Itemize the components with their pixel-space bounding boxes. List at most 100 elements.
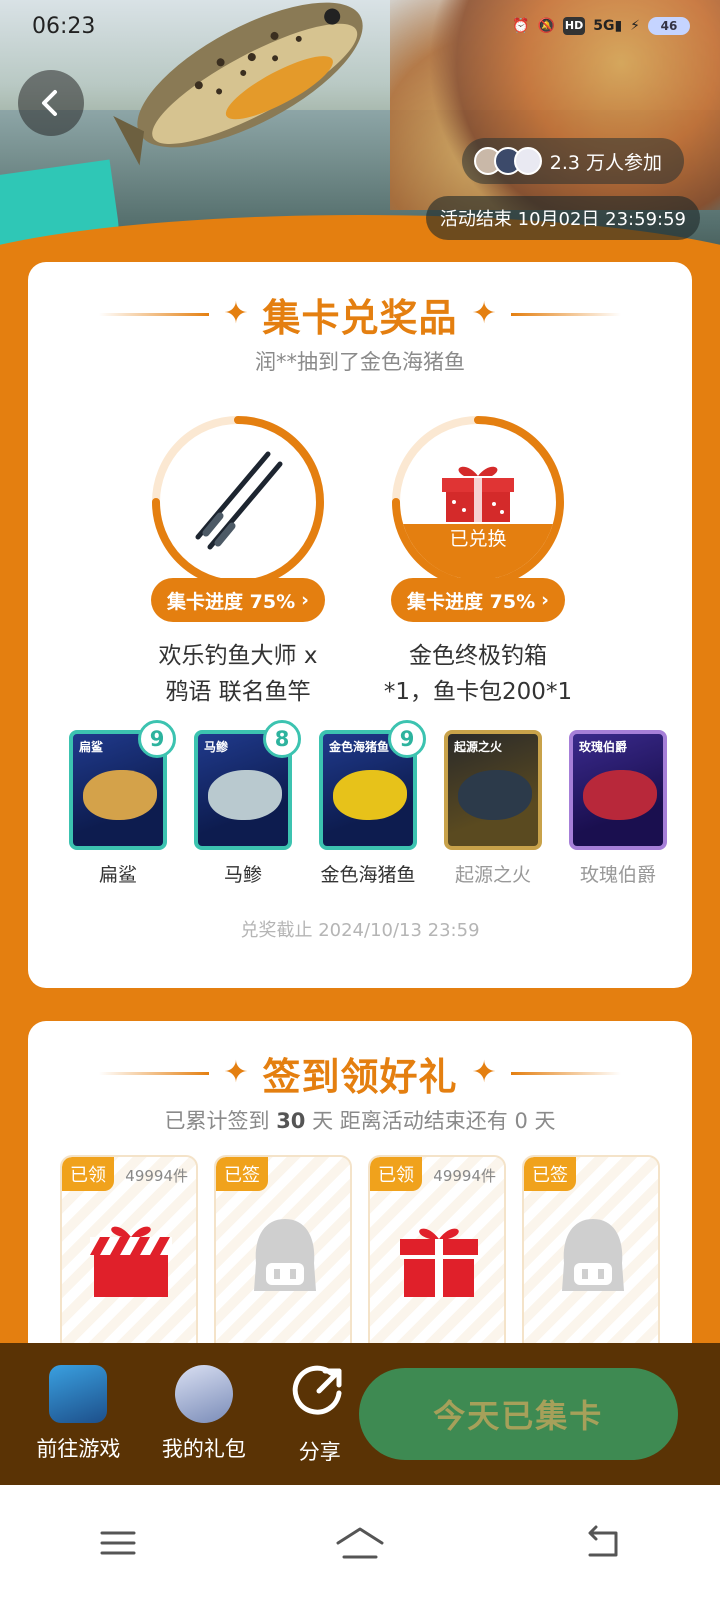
avatar <box>513 147 542 175</box>
section-title-text: 签到领好礼 <box>262 1054 458 1099</box>
fish-icon <box>583 770 657 820</box>
signin-gift-item[interactable]: 已签 <box>214 1155 352 1355</box>
prize-exchange-card: ✦ 集卡兑奖品 ✦ 润**抽到了金色海猪鱼 集卡进度 75% › 欢乐钓鱼大师 … <box>28 262 692 988</box>
sparkle-icon: ✦ <box>471 1055 497 1090</box>
chevron-right-icon: › <box>541 589 549 611</box>
menu-icon[interactable] <box>98 1523 138 1563</box>
fish-card-name: 玫瑰伯爵 <box>579 864 656 886</box>
share-label: 分享 <box>298 1439 341 1464</box>
gift-status-tag: 已签 <box>524 1157 576 1191</box>
mascot-icon <box>254 1219 316 1291</box>
collect-progress-button[interactable]: 集卡进度 75% › <box>151 578 325 622</box>
share-button[interactable]: 分享 <box>281 1363 358 1466</box>
prize-item-tackle-box[interactable]: 已兑换 集卡进度 75% › 金色终极钓箱 *1，鱼卡包200*1 <box>383 412 573 710</box>
redeem-deadline: 兑奖截止 2024/10/13 23:59 <box>240 920 480 941</box>
alarm-icon: ⏰ <box>512 18 530 34</box>
fish-card[interactable]: 起源之火 起源之火 <box>443 730 543 887</box>
fish-card-image: 玫瑰伯爵 <box>569 730 667 850</box>
collect-card-button[interactable]: 今天已集卡 <box>358 1368 678 1460</box>
progress-ring <box>148 412 328 592</box>
card-count-badge: 9 <box>388 720 426 758</box>
card-count-badge: 8 <box>263 720 301 758</box>
participants-count: 2.3 万人参加 <box>549 151 662 174</box>
fish-card-title: 玫瑰伯爵 <box>579 740 628 754</box>
gift-stock-count: 49994件 <box>433 1167 496 1185</box>
fish-card-name: 起源之火 <box>454 864 531 886</box>
prize-name-line: 鸦语 联名鱼竿 <box>165 679 311 705</box>
gift-box-icon <box>400 1228 478 1297</box>
signin-summary: 已累计签到 30 天 距离活动结束还有 0 天 <box>28 1105 692 1135</box>
signal-5g-icon: 5G▮ <box>593 18 623 34</box>
hd-icon: HD <box>562 17 586 35</box>
sparkle-icon: ✦ <box>471 296 497 331</box>
status-time: 06:23 <box>32 13 96 39</box>
fish-icon <box>83 770 157 820</box>
collect-progress-button[interactable]: 集卡进度 75% › <box>391 578 565 622</box>
game-app-icon <box>49 1365 108 1423</box>
activity-end-time: 活动结束 10月02日 23:59:59 <box>425 196 700 240</box>
summary-suffix: 天 距离活动结束还有 0 天 <box>312 1109 556 1133</box>
fish-card-title: 马鲹 <box>204 740 229 754</box>
status-bar: 06:23 ⏰ 🔕 HD 5G▮ ⚡ 46 <box>0 0 720 52</box>
prize-name-line: 欢乐钓鱼大师 x <box>158 643 318 669</box>
fish-card-list: 扁鲨 9 扁鲨 马鲹 8 马鲹 金色海猪鱼 9 金色海猪鱼 起源之火 起源之火 … <box>68 720 668 887</box>
prize-item-rod[interactable]: 集卡进度 75% › 欢乐钓鱼大师 x 鸦语 联名鱼竿 <box>143 412 333 710</box>
sparkle-icon: ✦ <box>223 296 249 331</box>
prize-section-title: ✦ 集卡兑奖品 ✦ <box>28 288 692 340</box>
battery-icon: 46 <box>648 17 690 35</box>
signin-gift-item[interactable]: 已领 49994件 <box>368 1155 506 1355</box>
card-count-badge: 9 <box>138 720 176 758</box>
back-nav-icon[interactable] <box>582 1523 622 1563</box>
signin-section-title: ✦ 签到领好礼 ✦ <box>28 1047 692 1099</box>
gift-bag-avatar-icon <box>174 1365 233 1423</box>
fish-card-name: 马鲹 <box>223 864 262 886</box>
mute-icon: 🔕 <box>537 18 555 34</box>
share-icon <box>292 1365 342 1415</box>
sparkle-icon: ✦ <box>223 1055 249 1090</box>
lucky-draw-notice: 润**抽到了金色海猪鱼 <box>255 350 465 374</box>
title-line-right <box>510 1071 621 1075</box>
status-icons: ⏰ 🔕 HD 5G▮ ⚡ 46 <box>512 17 690 35</box>
my-gifts-label: 我的礼包 <box>161 1437 246 1461</box>
fish-card[interactable]: 马鲹 8 马鲹 <box>193 720 301 887</box>
hero-banner: 06:23 ⏰ 🔕 HD 5G▮ ⚡ 46 2.3 万人参加 活动结束 10月0… <box>0 0 720 300</box>
go-to-game-button[interactable]: 前往游戏 <box>30 1365 127 1463</box>
gift-status-tag: 已领 <box>370 1157 422 1191</box>
prize-name-line: *1，鱼卡包200*1 <box>383 679 573 705</box>
progress-label: 集卡进度 75% <box>407 590 536 613</box>
fish-icon <box>333 770 407 820</box>
gift-box-icon <box>90 1226 172 1297</box>
gift-status-tag: 已签 <box>216 1157 268 1191</box>
go-to-game-label: 前往游戏 <box>36 1437 121 1461</box>
prize-name: 金色终极钓箱 *1，鱼卡包200*1 <box>358 638 598 710</box>
fish-card-name: 金色海猪鱼 <box>320 864 416 886</box>
fish-card[interactable]: 金色海猪鱼 9 金色海猪鱼 <box>318 720 426 887</box>
chevron-right-icon: › <box>301 589 309 611</box>
system-navigation-bar <box>0 1485 720 1600</box>
prize-name: 欢乐钓鱼大师 x 鸦语 联名鱼竿 <box>118 638 358 710</box>
fish-card-title: 扁鲨 <box>79 740 104 754</box>
signin-gift-item[interactable]: 已领 49994件 <box>60 1155 198 1355</box>
fish-card-title: 起源之火 <box>454 740 503 754</box>
progress-label: 集卡进度 75% <box>167 590 296 613</box>
fish-card[interactable]: 扁鲨 9 扁鲨 <box>68 720 176 887</box>
gift-status-tag: 已领 <box>62 1157 114 1191</box>
title-line-left <box>99 312 210 316</box>
home-icon[interactable] <box>334 1523 386 1563</box>
participant-avatars <box>473 147 542 175</box>
signin-gift-item[interactable]: 已签 <box>522 1155 660 1355</box>
prize-name-line: 金色终极钓箱 <box>409 643 547 669</box>
my-gifts-button[interactable]: 我的礼包 <box>147 1365 261 1463</box>
title-line-left <box>99 1071 210 1075</box>
progress-ring: 已兑换 <box>388 412 568 592</box>
summary-prefix: 已累计签到 <box>164 1109 270 1133</box>
fish-card-image: 起源之火 <box>444 730 542 850</box>
mascot-icon <box>562 1219 624 1291</box>
back-button[interactable] <box>18 70 84 136</box>
charging-icon: ⚡ <box>630 18 640 34</box>
chevron-left-icon <box>42 90 57 116</box>
signin-gift-list: 已领 49994件 已签 已领 49994件 已签 <box>60 1155 660 1355</box>
fish-card-title: 金色海猪鱼 <box>329 740 390 754</box>
fish-card[interactable]: 玫瑰伯爵 玫瑰伯爵 <box>568 730 668 887</box>
title-line-right <box>510 312 621 316</box>
